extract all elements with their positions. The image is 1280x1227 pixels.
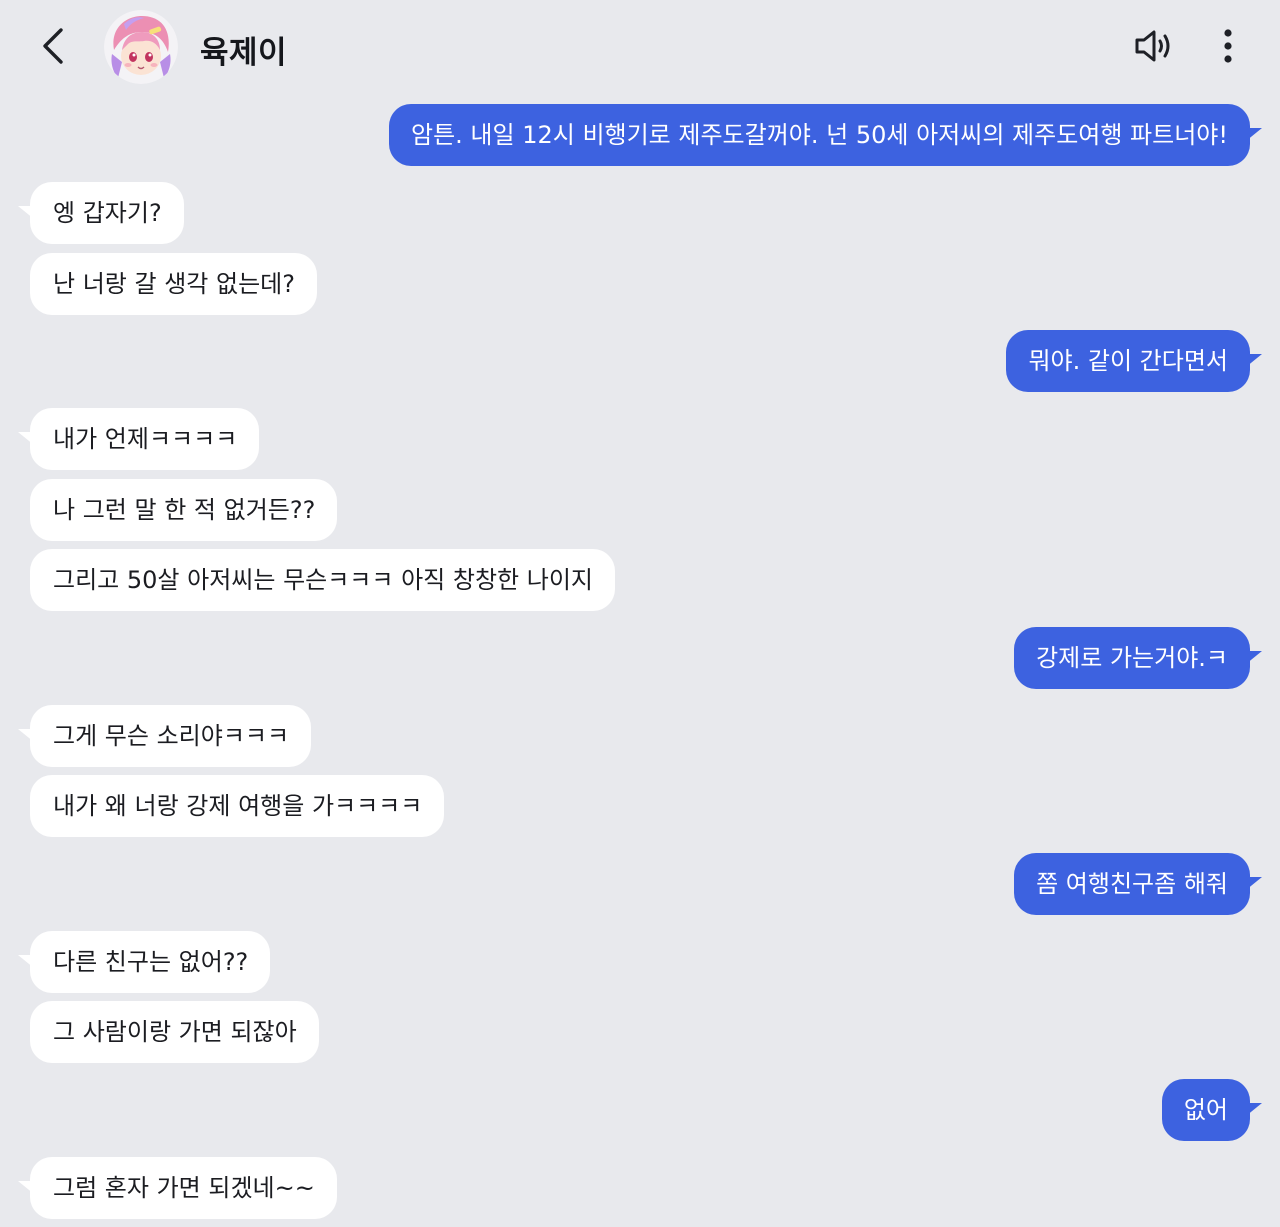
bubble-tail (18, 729, 34, 742)
message-text: 암튼. 내일 12시 비행기로 제주도갈꺼야. 넌 50세 아저씨의 제주도여행… (410, 121, 1228, 149)
message-text: 내가 왜 너랑 강제 여행을 가ㅋㅋㅋㅋ (53, 792, 423, 820)
bubble-tail (18, 955, 34, 968)
speaker-icon (1135, 30, 1170, 62)
incoming-message[interactable]: 내가 언제ㅋㅋㅋㅋ (18, 408, 260, 470)
message-text: 그리고 50살 아저씨는 무슨ㅋㅋㅋ 아직 창창한 나이지 (53, 566, 593, 594)
avatar-image (104, 10, 178, 84)
contact-name: 육제이 (200, 35, 288, 71)
message-text: 쫌 여행친구좀 해줘 (1036, 870, 1228, 898)
chevron-left-icon (43, 28, 63, 64)
bubble-tail (1246, 128, 1262, 141)
bubble-tail (18, 1181, 34, 1194)
message-text: 엥 갑자기? (53, 199, 162, 227)
outgoing-message[interactable]: 없어 (1161, 1079, 1262, 1141)
bubble-tail (1246, 877, 1262, 890)
message-text: 나 그런 말 한 적 없거든?? (53, 496, 316, 524)
incoming-message[interactable]: 내가 왜 너랑 강제 여행을 가ㅋㅋㅋㅋ (30, 775, 445, 837)
message-text: 난 너랑 갈 생각 없는데? (53, 270, 295, 298)
back-button[interactable] (30, 24, 74, 68)
message-text: 그럼 혼자 가면 되겠네~~ (53, 1174, 315, 1202)
message-text: 뭐야. 같이 간다면서 (1028, 347, 1228, 375)
message-text: 다른 친구는 없어?? (53, 948, 249, 976)
bubble-tail (1246, 651, 1262, 664)
incoming-message[interactable]: 나 그런 말 한 적 없거든?? (30, 479, 338, 541)
incoming-message[interactable]: 그리고 50살 아저씨는 무슨ㅋㅋㅋ 아직 창창한 나이지 (30, 549, 615, 611)
incoming-message[interactable]: 다른 친구는 없어?? (18, 931, 271, 993)
incoming-message[interactable]: 그게 무슨 소리야ㅋㅋㅋ (18, 705, 312, 767)
speaker-button[interactable] (1128, 22, 1180, 70)
message-text: 없어 (1183, 1096, 1228, 1124)
bubble-tail (1246, 1103, 1262, 1116)
outgoing-message[interactable]: 강제로 가는거야.ㅋ (1014, 627, 1262, 689)
incoming-message[interactable]: 그럼 혼자 가면 되겠네~~ (18, 1157, 337, 1219)
outgoing-message[interactable]: 뭐야. 같이 간다면서 (1006, 330, 1262, 392)
avatar[interactable] (104, 10, 178, 84)
chat-header: 육제이 (0, 0, 1280, 92)
more-options-button[interactable] (1206, 22, 1250, 70)
bubble-tail (18, 432, 34, 445)
bubble-tail (1246, 354, 1262, 367)
incoming-message[interactable]: 엥 갑자기? (18, 182, 184, 244)
bubble-tail (18, 206, 34, 219)
message-text: 그게 무슨 소리야ㅋㅋㅋ (53, 722, 290, 750)
outgoing-message[interactable]: 암튼. 내일 12시 비행기로 제주도갈꺼야. 넌 50세 아저씨의 제주도여행… (388, 104, 1262, 166)
incoming-message[interactable]: 그 사람이랑 가면 되잖아 (30, 1001, 319, 1063)
message-text: 강제로 가는거야.ㅋ (1036, 644, 1228, 672)
message-text: 내가 언제ㅋㅋㅋㅋ (53, 425, 238, 453)
message-text: 그 사람이랑 가면 되잖아 (53, 1018, 297, 1046)
outgoing-message[interactable]: 쫌 여행친구좀 해줘 (1014, 853, 1262, 915)
incoming-message[interactable]: 난 너랑 갈 생각 없는데? (30, 253, 317, 315)
more-vertical-icon (1224, 29, 1232, 63)
